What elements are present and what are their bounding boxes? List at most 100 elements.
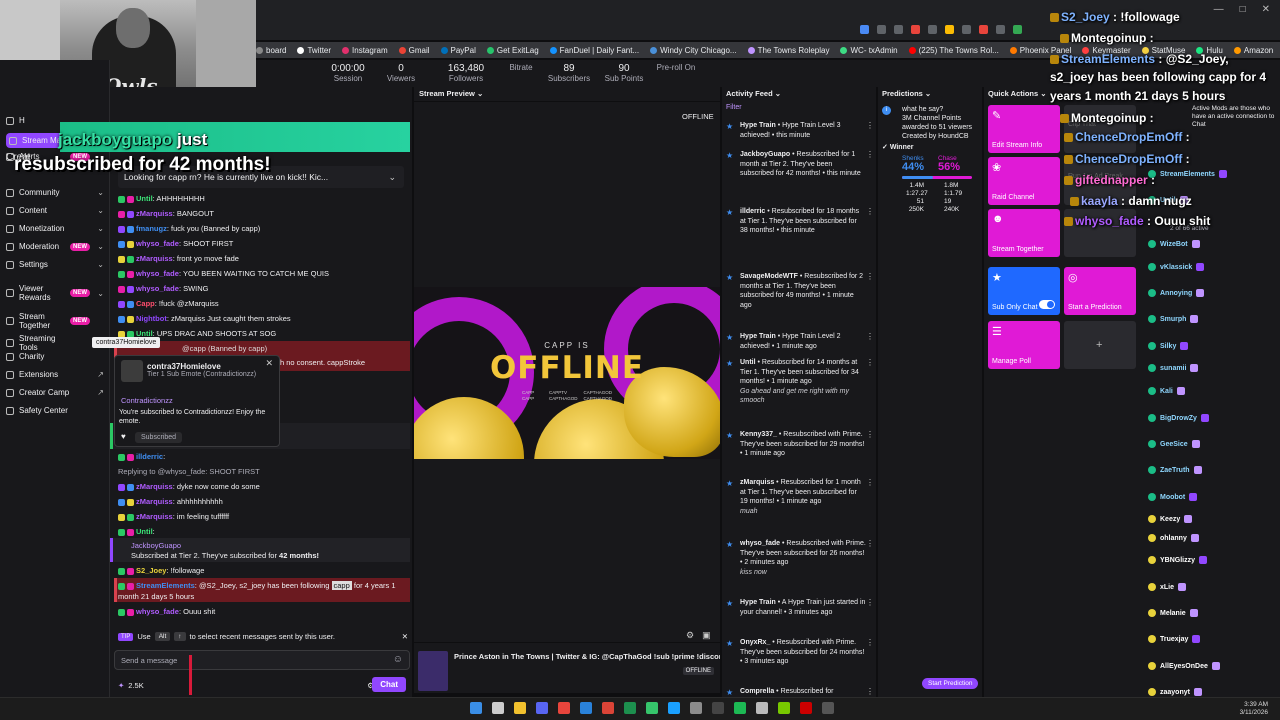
activity-item[interactable]: ★ Hype Train • A Hype Train just started … [726,598,874,617]
discord-icon[interactable] [536,702,548,714]
extension-icon[interactable] [877,25,886,34]
activity-user[interactable]: SavageModeWTF [740,273,798,280]
spotify-icon[interactable] [734,702,746,714]
chat-username[interactable]: Capp [136,299,155,308]
viewer-item[interactable]: zaayonyt [1148,688,1278,696]
bookmark-link[interactable]: (225) The Towns Rol... [908,46,999,55]
sidebar-item-viewer-rewards[interactable]: Viewer Rewards NEW ⌄ [6,284,106,302]
viewer-item[interactable]: GeeSice [1148,440,1278,448]
bookmark-link[interactable]: board [256,46,286,55]
sub-only-toggle[interactable] [1039,300,1055,309]
bookmark-link[interactable]: Get ExitLag [486,46,539,55]
chat-input[interactable]: Send a message ☺ [114,650,410,695]
maximize-icon[interactable]: □ [1240,4,1246,15]
start-prediction-tile[interactable]: ◎ Start a Prediction [1064,267,1136,315]
bookmark-link[interactable]: PayPal [440,46,476,55]
chat-username[interactable]: whyso_fade [136,284,179,293]
sidebar-item-safety-center[interactable]: Safety Center [6,406,106,415]
extension-icon[interactable] [945,25,954,34]
activity-user[interactable]: zMarquiss [740,479,774,486]
more-options-icon[interactable]: ⋮ [866,121,874,131]
activity-user[interactable]: JackboyGuapo [740,151,790,158]
chevron-down-icon[interactable]: ⌄ [97,260,104,269]
app-icon[interactable] [712,702,724,714]
extension-icon[interactable] [996,25,1005,34]
viewer-item[interactable]: Melanie [1148,609,1278,617]
app-icon[interactable] [668,702,680,714]
viewer-item[interactable]: ohlanny [1148,534,1278,542]
viewer-item[interactable]: Annoying [1148,289,1278,297]
app-icon[interactable] [580,702,592,714]
run-ad-break-button[interactable]: Run 1m Ad Break [1064,157,1136,205]
chat-username[interactable]: zMarquiss [136,497,173,506]
activity-user[interactable]: Until [740,359,756,366]
chat-username[interactable]: zMarquiss [136,482,173,491]
viewer-item[interactable]: Silky [1148,342,1278,350]
bookmark-link[interactable]: Windy City Chicago... [650,46,737,55]
sidebar-item-monetization[interactable]: Monetization ⌄ [6,224,106,233]
chat-username[interactable]: fmanugz [136,224,167,233]
close-icon[interactable]: ✕ [402,632,408,641]
app-icon[interactable] [690,702,702,714]
more-options-icon[interactable]: ⋮ [866,272,874,282]
sidebar-item-extensions[interactable]: Extensions ↗ [6,370,106,379]
more-options-icon[interactable]: ⋮ [866,687,874,697]
activity-item[interactable]: ★ whyso_fade • Resubscribed with Prime. T… [726,539,874,577]
sidebar-item-moderation[interactable]: Moderation NEW ⌄ [6,242,106,251]
more-options-icon[interactable]: ⋮ [866,430,874,440]
viewer-item[interactable]: AllEyesOnDee [1148,662,1278,670]
viewer-item[interactable]: Truexjay [1148,635,1278,643]
more-options-icon[interactable]: ⋮ [866,598,874,608]
subscribed-button[interactable]: Subscribed [135,432,183,443]
viewer-item[interactable]: YBNGlizzy [1148,556,1278,564]
chat-username[interactable]: Nightbot [136,314,167,323]
bookmark-link[interactable]: StatMuse [1141,46,1185,55]
chat-username[interactable]: whyso_fade [136,607,179,616]
chat-button[interactable]: Chat [372,677,406,692]
bookmark-link[interactable]: Phoenix Panel [1009,46,1071,55]
more-options-icon[interactable]: ⋮ [866,207,874,217]
chat-username[interactable]: S2_Joey [136,566,166,575]
bookmark-link[interactable]: WC- txAdmin [840,46,898,55]
more-options-icon[interactable]: ⋮ [866,539,874,549]
chat-username[interactable]: Until [136,527,153,536]
chevron-down-icon[interactable]: ⌄ [97,206,104,215]
app-icon[interactable] [646,702,658,714]
windows-start-icon[interactable] [470,702,482,714]
viewer-item[interactable]: BigDrowZy [1148,414,1278,422]
sidebar-item-creator-camp[interactable]: Creator Camp ↗ [6,388,106,397]
stream-preview[interactable]: OFFLINE CAPP IS OFFLINE CAPP CAPPTV CAPTHA… [414,102,720,642]
activity-user[interactable]: Hype Train [740,122,776,129]
viewer-item[interactable]: StreamElements [1148,170,1278,178]
activity-item[interactable]: ★ OnyxRx_ • Resubscribed with Prime. They… [726,638,874,667]
chat-username[interactable]: zMarquiss [136,209,173,218]
system-clock[interactable]: 3:39 AM 3/11/2026 [1240,701,1268,717]
chevron-down-icon[interactable]: ⌄ [97,188,104,197]
sidebar-item-charity[interactable]: Charity [6,352,106,361]
viewer-item[interactable]: sunamii [1148,364,1278,372]
edit-stream-info-button[interactable]: ✎ Edit Stream Info [988,105,1060,153]
app-icon[interactable] [778,702,790,714]
activity-item[interactable]: ★ illderric • Resubscribed for 18 months … [726,207,874,236]
chat-username[interactable]: zMarquiss [136,512,173,521]
bookmark-link[interactable]: Gmail [398,46,430,55]
bookmark-link[interactable]: Amazon [1233,46,1273,55]
viewer-item[interactable]: xLie [1148,583,1278,591]
activity-item[interactable]: ★ zMarquiss • Resubscribed for 1 month at… [726,478,874,516]
activity-user[interactable]: Hype Train [740,333,776,340]
chat-username[interactable]: StreamElements [136,581,195,590]
more-options-icon[interactable]: ⋮ [866,638,874,648]
app-icon[interactable] [756,702,768,714]
emote-picker-icon[interactable]: ☺ [393,654,403,665]
app-icon[interactable] [800,702,812,714]
extension-icon[interactable] [928,25,937,34]
chat-username[interactable]: Until [136,194,153,203]
activity-user[interactable]: OnyxRx_ [740,639,770,646]
add-action-button[interactable]: + [1064,321,1136,369]
external-link-icon[interactable]: ↗ [97,370,104,379]
stream-together-button[interactable]: ☻ Stream Together [988,209,1060,257]
activity-item[interactable]: ★ Until • Resubscribed for 14 months at T… [726,358,874,406]
manage-poll-button[interactable]: ☰ Manage Poll [988,321,1060,369]
activity-user[interactable]: Kenny337_ [740,431,777,438]
app-icon[interactable] [624,702,636,714]
